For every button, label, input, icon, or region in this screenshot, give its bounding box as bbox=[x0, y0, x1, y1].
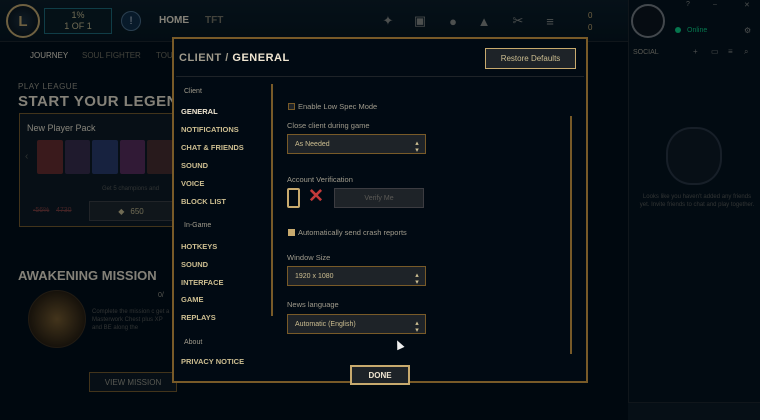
chevron-updown-icon: ▴ ▾ bbox=[415, 272, 419, 286]
chevron-updown-icon: ▴ ▾ bbox=[415, 140, 419, 154]
low-spec-label: Enable Low Spec Mode bbox=[298, 102, 378, 111]
content-scrollbar[interactable] bbox=[570, 116, 572, 354]
nav-scrollbar[interactable] bbox=[271, 84, 273, 316]
nav-item-hotkeys[interactable]: HOTKEYS bbox=[181, 242, 217, 251]
modal-title: CLIENT / GENERAL bbox=[179, 52, 290, 64]
nav-item-chat-friends[interactable]: CHAT & FRIENDS bbox=[181, 143, 244, 152]
nav-item-replays[interactable]: REPLAYS bbox=[181, 313, 216, 322]
done-button[interactable]: DONE bbox=[350, 365, 410, 385]
close-client-value: As Needed bbox=[295, 140, 330, 148]
crash-reports-label: Automatically send crash reports bbox=[298, 228, 407, 237]
nav-item-general[interactable]: GENERAL bbox=[181, 107, 218, 116]
close-client-label: Close client during game bbox=[287, 121, 370, 130]
account-verification-label: Account Verification bbox=[287, 175, 353, 184]
verify-me-button[interactable]: Verify Me bbox=[334, 188, 424, 208]
title-prefix: CLIENT / bbox=[179, 52, 229, 64]
nav-group-client: Client bbox=[184, 88, 202, 95]
nav-item-privacy-notice[interactable]: PRIVACY NOTICE bbox=[181, 357, 244, 366]
low-spec-checkbox[interactable] bbox=[288, 103, 295, 110]
unverified-x-icon: ✕ bbox=[308, 186, 324, 207]
news-language-value: Automatic (English) bbox=[295, 320, 356, 328]
nav-item-interface[interactable]: INTERFACE bbox=[181, 278, 224, 287]
nav-item-game-sound[interactable]: SOUND bbox=[181, 260, 208, 269]
window-size-label: Window Size bbox=[287, 253, 331, 262]
window-size-value: 1920 x 1080 bbox=[295, 272, 334, 280]
phone-icon bbox=[287, 188, 300, 208]
title-section: GENERAL bbox=[232, 52, 290, 64]
nav-item-sound[interactable]: SOUND bbox=[181, 161, 208, 170]
crash-reports-checkbox[interactable] bbox=[288, 229, 295, 236]
nav-item-notifications[interactable]: NOTIFICATIONS bbox=[181, 125, 239, 134]
window-size-dropdown[interactable]: 1920 x 1080 bbox=[287, 266, 426, 286]
news-language-dropdown[interactable]: Automatic (English) bbox=[287, 314, 426, 334]
nav-group-about: About bbox=[184, 339, 203, 346]
nav-item-voice[interactable]: VOICE bbox=[181, 179, 204, 188]
chevron-updown-icon: ▴ ▾ bbox=[415, 320, 419, 334]
restore-defaults-button[interactable]: Restore Defaults bbox=[485, 48, 576, 69]
divider bbox=[176, 76, 584, 77]
close-client-dropdown[interactable]: As Needed bbox=[287, 134, 426, 154]
nav-group-in-game: In-Game bbox=[184, 222, 212, 229]
nav-item-block-list[interactable]: BLOCK LIST bbox=[181, 197, 226, 206]
nav-item-game[interactable]: GAME bbox=[181, 295, 204, 304]
news-language-label: News language bbox=[287, 300, 339, 309]
